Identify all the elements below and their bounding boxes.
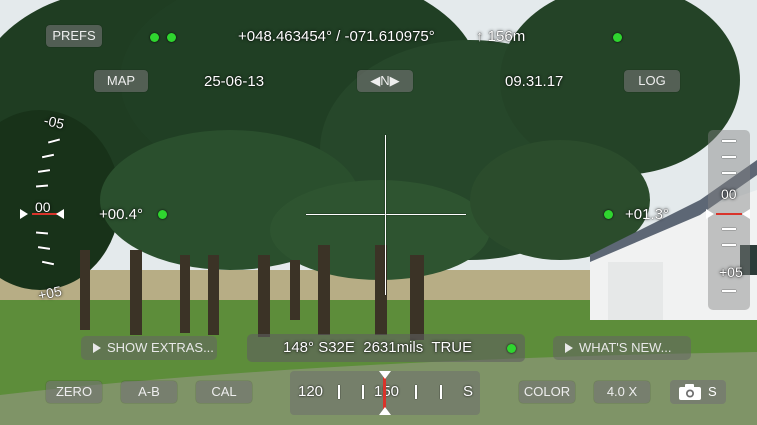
compass-left-value: 120: [298, 383, 324, 400]
left-pointer-right: [20, 209, 28, 219]
scale-tick: [722, 228, 736, 230]
bearing-readout: 148° S32E 2631mils TRUE: [283, 339, 473, 356]
camera-button[interactable]: S: [670, 380, 726, 404]
whats-new-button[interactable]: WHAT'S NEW...: [553, 336, 691, 360]
crosshair-horizontal: [306, 214, 466, 215]
compass-tick: [440, 385, 442, 399]
zoom-button[interactable]: 4.0 X: [594, 381, 650, 403]
cal-button[interactable]: CAL: [196, 381, 252, 403]
gps-status-dot: [150, 33, 159, 42]
bearing-panel: 148° S32E 2631mils TRUE: [247, 334, 525, 362]
play-triangle-icon: [93, 343, 101, 353]
camera-icon: [679, 384, 701, 400]
log-button[interactable]: LOG: [624, 70, 680, 92]
north-toggle-button[interactable]: ◀N▶: [357, 70, 413, 92]
gps-status-dot-2: [167, 33, 176, 42]
compass-heading-marker: [383, 377, 386, 409]
bearing-status-dot: [507, 344, 516, 353]
compass-marker-top: [379, 371, 391, 379]
scale-tick: [722, 244, 736, 246]
altitude-status-dot: [613, 33, 622, 42]
compass-tick: [362, 385, 364, 399]
scale-tick: [722, 140, 736, 142]
color-button[interactable]: COLOR: [519, 381, 575, 403]
scale-tick: [722, 156, 736, 158]
right-tilt-readout: +01.3°: [625, 206, 669, 223]
show-extras-label: SHOW EXTRAS...: [107, 340, 214, 355]
crosshair-vertical: [385, 135, 386, 295]
scale-tick: [722, 172, 736, 174]
compass-right-value: S: [463, 383, 474, 400]
prefs-button[interactable]: PREFS: [46, 25, 102, 47]
camera-view: PREFS +048.463454° / -071.610975° ↑ 156m…: [0, 0, 757, 425]
altitude-readout: ↑ 156m: [476, 28, 526, 45]
compass-center-value: 150: [374, 383, 400, 400]
ab-button[interactable]: A-B: [121, 381, 177, 403]
map-button[interactable]: MAP: [94, 70, 148, 92]
scale-tick: [722, 290, 736, 292]
compass-tick: [415, 385, 417, 399]
right-pointer-left: [742, 209, 750, 219]
compass-strip[interactable]: 120 150 S: [290, 371, 480, 415]
right-level-marker: [716, 213, 742, 215]
show-extras-button[interactable]: SHOW EXTRAS...: [81, 336, 217, 360]
right-scale-center-label: 00: [721, 186, 737, 202]
play-triangle-icon: [565, 343, 573, 353]
right-tilt-dot: [604, 210, 613, 219]
right-pointer-right: [706, 209, 714, 219]
whats-new-label: WHAT'S NEW...: [579, 340, 672, 355]
coordinates-readout: +048.463454° / -071.610975°: [238, 28, 435, 45]
camera-suffix-label: S: [708, 384, 717, 399]
compass-tick: [338, 385, 340, 399]
compass-marker-bottom: [379, 407, 391, 415]
right-tilt-scale: 00 +05: [708, 130, 750, 310]
right-scale-bottom-label: +05: [719, 264, 743, 280]
left-tilt-readout: +00.4°: [99, 206, 143, 223]
zero-button[interactable]: ZERO: [46, 381, 102, 403]
left-pointer-left: [56, 209, 64, 219]
date-readout: 25-06-13: [204, 73, 265, 90]
time-readout: 09.31.17: [505, 73, 564, 90]
left-tilt-dot: [158, 210, 167, 219]
